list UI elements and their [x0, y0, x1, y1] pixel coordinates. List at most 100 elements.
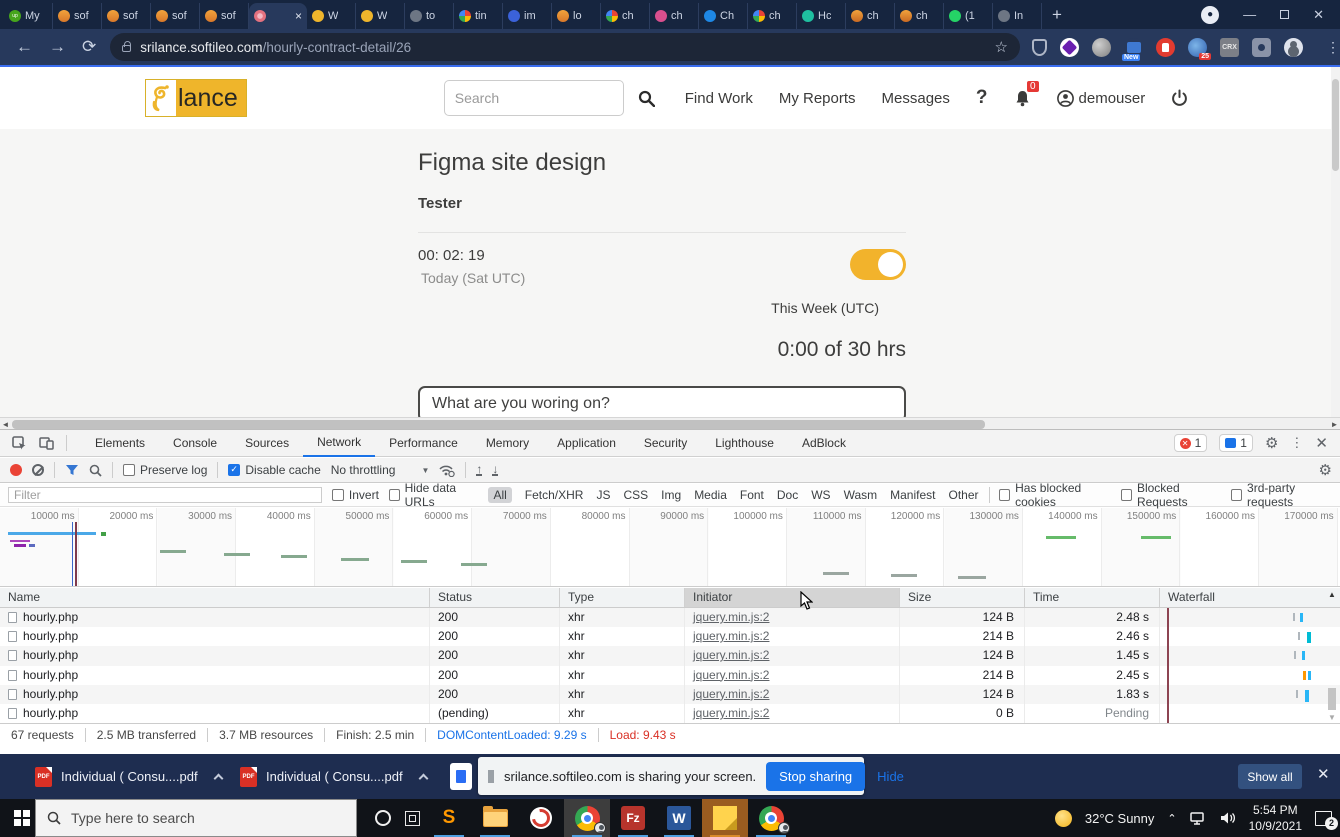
invert-checkbox[interactable]: Invert: [332, 488, 379, 502]
help-icon[interactable]: ?: [976, 87, 988, 109]
stop-sharing-button[interactable]: Stop sharing: [766, 762, 865, 791]
page-vertical-scrollbar[interactable]: [1331, 67, 1340, 417]
network-request-row[interactable]: hourly.php 200 xhr jquery.min.js:2 124 B…: [0, 646, 1340, 665]
browser-tab[interactable]: sof: [102, 3, 151, 29]
devtools-tab[interactable]: Performance: [375, 430, 472, 457]
download-item[interactable]: PDF Individual ( Consu....pdf: [240, 761, 427, 792]
scroll-left-arrow-icon[interactable]: ◄: [0, 419, 11, 430]
logout-power-icon[interactable]: [1171, 89, 1188, 107]
nav-my-reports[interactable]: My Reports: [779, 90, 856, 107]
browser-tab[interactable]: tin: [454, 3, 503, 29]
disable-cache-checkbox[interactable]: Disable cache: [228, 463, 320, 477]
site-logo[interactable]: lance: [145, 79, 247, 117]
initiator-link[interactable]: jquery.min.js:2: [693, 648, 769, 662]
initiator-link[interactable]: jquery.min.js:2: [693, 610, 769, 624]
network-overview-timeline[interactable]: 10000 ms20000 ms30000 ms40000 ms50000 ms…: [0, 508, 1340, 587]
extensions-puzzle-icon[interactable]: [1252, 38, 1271, 57]
clear-icon[interactable]: [32, 464, 44, 476]
counter-extension-icon[interactable]: 25: [1188, 38, 1207, 57]
devtools-tab[interactable]: Sources: [231, 430, 303, 457]
devtools-tab[interactable]: Console: [159, 430, 231, 457]
taskbar-app-icon[interactable]: [518, 799, 564, 837]
browser-tab[interactable]: W: [356, 3, 405, 29]
taskbar-search[interactable]: [35, 799, 357, 837]
third-party-requests-checkbox[interactable]: 3rd-party requests: [1231, 481, 1332, 509]
hidden-icons-chevron[interactable]: ⌃: [1167, 812, 1176, 825]
timer-toggle[interactable]: [850, 249, 906, 280]
has-blocked-cookies-checkbox[interactable]: Has blocked cookies: [999, 481, 1111, 509]
taskbar-clock[interactable]: 5:54 PM 10/9/2021: [1249, 802, 1302, 834]
filter-funnel-icon[interactable]: [65, 464, 79, 476]
start-button[interactable]: [14, 810, 21, 817]
user-menu[interactable]: demouser: [1057, 90, 1146, 107]
browser-tab[interactable]: ch: [601, 3, 650, 29]
window-maximize-button[interactable]: [1280, 10, 1289, 19]
taskbar-app-icon[interactable]: [564, 799, 610, 837]
devtools-tab[interactable]: Security: [630, 430, 701, 457]
network-request-row[interactable]: hourly.php 200 xhr jquery.min.js:2 124 B…: [0, 685, 1340, 704]
network-request-row[interactable]: hourly.php (pending) xhr jquery.min.js:2…: [0, 704, 1340, 723]
browser-tab[interactable]: ch: [650, 3, 699, 29]
inspect-element-icon[interactable]: [12, 436, 27, 451]
new-extension-icon[interactable]: New: [1124, 38, 1143, 57]
profile-avatar-icon[interactable]: [1284, 38, 1303, 57]
request-type-filter[interactable]: Img: [661, 488, 681, 502]
notifications-bell-icon[interactable]: 0: [1014, 89, 1031, 107]
browser-tab[interactable]: ch: [748, 3, 797, 29]
weather-text[interactable]: 32°C Sunny: [1085, 811, 1155, 826]
column-header-time[interactable]: Time: [1025, 588, 1160, 607]
request-type-filter[interactable]: Doc: [777, 488, 798, 502]
weather-sun-icon[interactable]: [1055, 810, 1072, 827]
request-type-filter[interactable]: Manifest: [890, 488, 935, 502]
network-request-row[interactable]: hourly.php 200 xhr jquery.min.js:2 124 B…: [0, 608, 1340, 627]
devtools-tab[interactable]: Application: [543, 430, 630, 457]
reload-button[interactable]: ⟳: [82, 37, 96, 57]
search-icon[interactable]: [638, 90, 655, 107]
download-item[interactable]: PDF Individual ( Consu....pdf: [35, 761, 222, 792]
column-header-waterfall[interactable]: Waterfall: [1160, 588, 1340, 607]
taskbar-app-icon[interactable]: [472, 799, 518, 837]
throttling-dropdown[interactable]: No throttling▼: [331, 463, 430, 477]
import-har-icon[interactable]: ↑: [476, 464, 482, 476]
new-tab-button[interactable]: +: [1052, 5, 1062, 25]
tab-close-icon[interactable]: ×: [295, 9, 302, 23]
request-type-filter[interactable]: WS: [811, 488, 830, 502]
browser-menu-icon[interactable]: ⋮: [1326, 39, 1340, 56]
hide-data-urls-checkbox[interactable]: Hide data URLs: [389, 481, 479, 509]
request-type-filter[interactable]: Media: [694, 488, 727, 502]
window-minimize-button[interactable]: —: [1243, 7, 1256, 22]
chevron-up-icon[interactable]: [213, 773, 223, 783]
request-type-filter[interactable]: Font: [740, 488, 764, 502]
request-type-filter[interactable]: Fetch/XHR: [525, 488, 584, 502]
browser-tab[interactable]: ×: [249, 3, 307, 29]
request-type-filter[interactable]: JS: [596, 488, 610, 502]
devtools-tab[interactable]: Lighthouse: [701, 430, 788, 457]
browser-tab[interactable]: to: [405, 3, 454, 29]
column-header-type[interactable]: Type: [560, 588, 685, 607]
back-button[interactable]: ←: [16, 37, 33, 57]
error-count-badge[interactable]: ✕1: [1174, 434, 1208, 452]
downloads-bar-close-icon[interactable]: ✕: [1317, 765, 1330, 783]
task-view-icon[interactable]: [405, 811, 420, 826]
devtools-tab[interactable]: Network: [303, 430, 375, 457]
request-type-filter[interactable]: CSS: [623, 488, 648, 502]
record-button[interactable]: [10, 464, 22, 476]
browser-tab[interactable]: sof: [200, 3, 249, 29]
network-settings-gear-icon[interactable]: ⚙: [1319, 461, 1332, 479]
blocked-requests-checkbox[interactable]: Blocked Requests: [1121, 481, 1221, 509]
cortana-icon[interactable]: [375, 810, 391, 826]
devtools-close-icon[interactable]: ✕: [1315, 434, 1328, 452]
site-search-input[interactable]: [444, 80, 624, 116]
chevron-up-icon[interactable]: [418, 773, 428, 783]
devtools-tab[interactable]: Memory: [472, 430, 543, 457]
bookmark-star-icon[interactable]: ☆: [995, 38, 1008, 56]
adblock-hand-extension-icon[interactable]: [1156, 38, 1175, 57]
crx-extension-icon[interactable]: CRX: [1220, 38, 1239, 57]
show-all-downloads-button[interactable]: Show all: [1238, 764, 1302, 789]
taskbar-app-icon[interactable]: S: [426, 799, 472, 837]
hide-sharing-button[interactable]: Hide: [877, 769, 904, 784]
table-vertical-scrollbar[interactable]: ▲ ▼: [1326, 590, 1338, 722]
device-toolbar-icon[interactable]: [39, 436, 54, 450]
taskbar-search-input[interactable]: [71, 810, 321, 826]
network-request-row[interactable]: hourly.php 200 xhr jquery.min.js:2 214 B…: [0, 627, 1340, 646]
